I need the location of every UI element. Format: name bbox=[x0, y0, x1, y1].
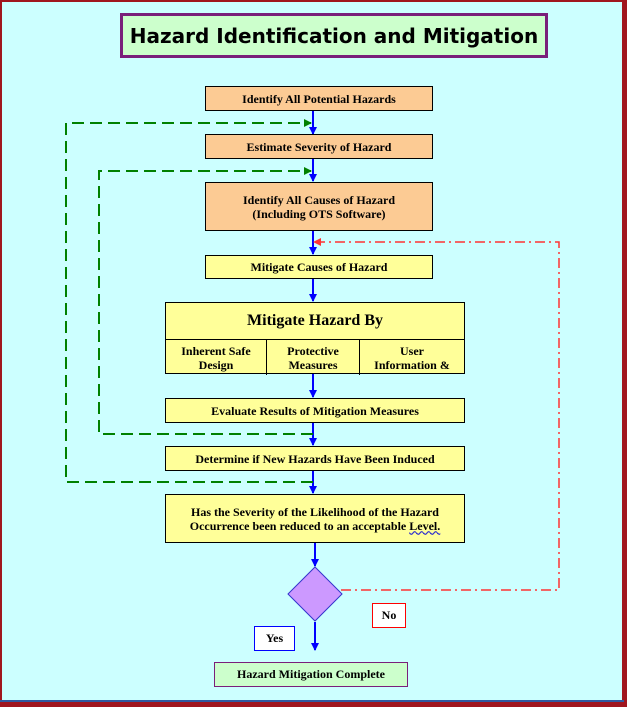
step-label-line1: Identify All Causes of Hazard bbox=[242, 192, 395, 207]
option-line1: Inherent Safe bbox=[181, 343, 251, 358]
step-identify-hazards: Identify All Potential Hazards bbox=[205, 86, 433, 111]
step-label: Determine if New Hazards Have Been Induc… bbox=[195, 451, 435, 466]
step-label: Evaluate Results of Mitigation Measures bbox=[211, 403, 419, 418]
step-identify-causes: Identify All Causes of Hazard (Including… bbox=[205, 182, 433, 231]
step-mitigate-hazard-by: Mitigate Hazard By Inherent Safe Design P… bbox=[165, 302, 465, 375]
decision-diamond bbox=[287, 566, 343, 622]
mitigation-option-inherent-safe-design: Inherent Safe Design bbox=[166, 340, 266, 375]
page-title: Hazard Identification and Mitigation bbox=[120, 13, 548, 58]
option-line2: Measures bbox=[288, 357, 338, 372]
option-line2: Information & bbox=[374, 357, 450, 372]
mitigation-option-user-information: User Information & bbox=[359, 340, 464, 375]
spellcheck-word: Level. bbox=[409, 518, 441, 533]
option-line2: Design bbox=[198, 357, 234, 372]
step-label-line2: (Including OTS Software) bbox=[252, 206, 386, 221]
option-line1: User bbox=[399, 343, 424, 358]
step-estimate-severity: Estimate Severity of Hazard bbox=[205, 134, 433, 159]
step-determine-new-hazards: Determine if New Hazards Have Been Induc… bbox=[165, 446, 465, 471]
step-label-line2: Occurrence been reduced to an acceptable bbox=[189, 518, 410, 533]
step-label: Identify All Potential Hazards bbox=[242, 91, 396, 106]
step-label: Estimate Severity of Hazard bbox=[246, 139, 392, 154]
mitigation-option-protective-measures: Protective Measures bbox=[266, 340, 359, 375]
decision-yes-label: Yes bbox=[254, 626, 295, 651]
mitigate-by-heading: Mitigate Hazard By bbox=[166, 303, 464, 340]
decision-no-label: No bbox=[372, 603, 406, 628]
step-label-line1: Has the Severity of the Likelihood of th… bbox=[191, 504, 439, 519]
step-mitigate-causes: Mitigate Causes of Hazard bbox=[205, 255, 433, 279]
step-evaluate-results: Evaluate Results of Mitigation Measures bbox=[165, 398, 465, 423]
option-line1: Protective bbox=[287, 343, 339, 358]
step-hazard-mitigation-complete: Hazard Mitigation Complete bbox=[214, 662, 408, 687]
step-check-acceptable-level: Has the Severity of the Likelihood of th… bbox=[165, 494, 465, 543]
step-label: Mitigate Causes of Hazard bbox=[250, 260, 388, 274]
